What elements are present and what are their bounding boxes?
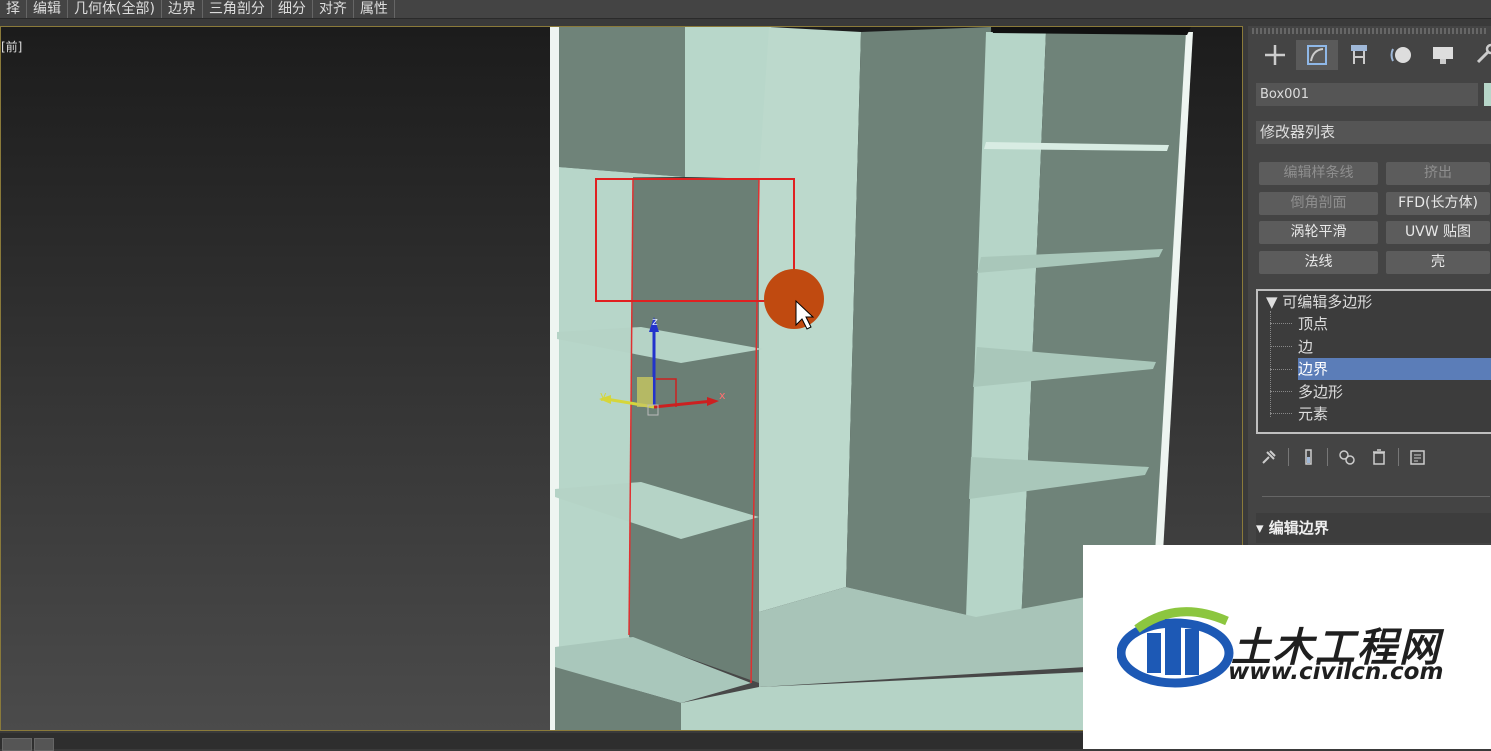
modifier-button-ffd-box[interactable]: FFD(长方体): [1386, 192, 1490, 215]
stack-item-editable-poly[interactable]: ▼ 可编辑多边形: [1266, 291, 1491, 313]
utilities-icon[interactable]: [1464, 40, 1491, 70]
modifier-button-bevel-profile[interactable]: 倒角剖面: [1259, 192, 1378, 215]
menu-bar: 择 编辑 几何体(全部) 边界 三角剖分 细分 对齐 属性: [0, 0, 1491, 19]
watermark-logo: 土木工程网 www.civilcn.com: [1083, 545, 1491, 749]
panel-divider: [1262, 496, 1490, 497]
stack-item-element[interactable]: 元素: [1298, 403, 1491, 425]
modifier-button-turbosmooth[interactable]: 涡轮平滑: [1259, 221, 1378, 244]
stack-toolbar: [1256, 446, 1431, 468]
menu-item-triangulate[interactable]: 三角剖分: [203, 0, 272, 18]
remove-modifier-icon[interactable]: [1366, 446, 1392, 468]
object-name-field[interactable]: Box001: [1256, 83, 1478, 106]
watermark-url: www.civilcn.com: [1228, 659, 1444, 685]
stack-item-border[interactable]: 边界: [1298, 358, 1491, 380]
modifier-button-uvw-map[interactable]: UVW 贴图: [1386, 221, 1490, 244]
display-icon[interactable]: [1422, 40, 1464, 70]
gizmo-y-label: y: [600, 389, 607, 402]
modifier-list-dropdown[interactable]: 修改器列表: [1256, 121, 1491, 144]
command-panel-tabs: [1254, 40, 1491, 70]
edit-borders-rollout[interactable]: ▾ 编辑边界: [1256, 513, 1491, 543]
modifier-button-extrude[interactable]: 挤出: [1386, 162, 1490, 185]
modifier-button-edit-spline[interactable]: 编辑样条线: [1259, 162, 1378, 185]
show-end-result-icon[interactable]: [1295, 446, 1321, 468]
motion-icon[interactable]: [1380, 40, 1422, 70]
menu-item-properties[interactable]: 属性: [354, 0, 395, 18]
stack-item-edge[interactable]: 边: [1298, 336, 1491, 358]
stack-item-polygon[interactable]: 多边形: [1298, 381, 1491, 403]
object-color-swatch[interactable]: [1484, 83, 1491, 106]
pin-stack-icon[interactable]: [1256, 446, 1282, 468]
command-panel: Box001 修改器列表 编辑样条线 挤出 倒角剖面 FFD(长方体) 涡轮平滑…: [1248, 26, 1491, 546]
modify-icon[interactable]: [1296, 40, 1338, 70]
menu-item-geometry[interactable]: 几何体(全部): [68, 0, 162, 18]
viewport-front[interactable]: [前] z y x: [0, 26, 1243, 731]
create-icon[interactable]: [1254, 40, 1296, 70]
panel-grip[interactable]: [1252, 28, 1488, 34]
make-unique-icon[interactable]: [1334, 446, 1360, 468]
gizmo-z-label: z: [652, 315, 658, 328]
gizmo-x-label: x: [719, 389, 726, 402]
configure-modifier-sets-icon[interactable]: [1405, 446, 1431, 468]
modifier-button-shell[interactable]: 壳: [1386, 251, 1490, 274]
menu-item-edit[interactable]: 编辑: [27, 0, 68, 18]
hierarchy-icon[interactable]: [1338, 40, 1380, 70]
cabinet-model[interactable]: z y x: [1, 27, 1242, 730]
menu-item-align[interactable]: 对齐: [313, 0, 354, 18]
status-tab-arrow[interactable]: [34, 738, 54, 751]
menu-item-subdivide[interactable]: 细分: [272, 0, 313, 18]
modifier-stack: ▼ 可编辑多边形 顶点 边 边界 多边形 元素: [1256, 289, 1491, 434]
menu-item-select[interactable]: 择: [0, 0, 27, 18]
menu-item-border[interactable]: 边界: [162, 0, 203, 18]
stack-item-vertex[interactable]: 顶点: [1298, 313, 1491, 335]
modifier-button-normal[interactable]: 法线: [1259, 251, 1378, 274]
status-tab[interactable]: [2, 738, 32, 751]
cursor-highlight: [764, 269, 824, 329]
